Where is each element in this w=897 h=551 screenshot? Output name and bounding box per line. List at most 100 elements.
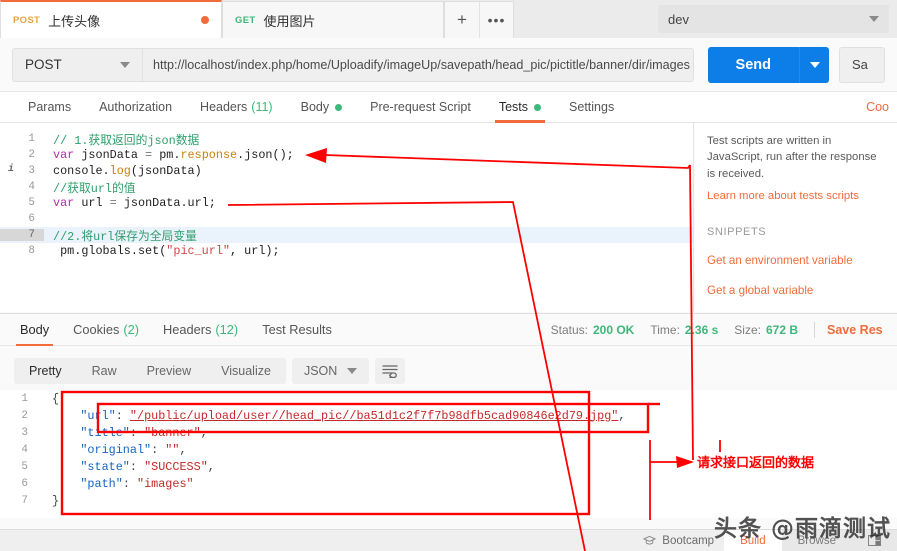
cookies-link[interactable]: Coo <box>866 100 889 114</box>
tab-count: (11) <box>251 100 273 114</box>
http-method-value: POST <box>25 57 62 72</box>
line-number: 8 <box>28 245 35 257</box>
tab-settings[interactable]: Settings <box>555 92 628 123</box>
tab-pre-request-script[interactable]: Pre-request Script <box>356 92 485 123</box>
line-content: var url = jsonData.url; <box>53 196 216 210</box>
view-tab-preview[interactable]: Preview <box>132 358 206 384</box>
status-label: Status: <box>550 322 588 337</box>
view-tab-visualize[interactable]: Visualize <box>206 358 286 384</box>
chevron-down-icon <box>869 16 879 22</box>
tab-label: Headers <box>163 322 212 337</box>
line-content: "url": "/public/upload/user//head_pic//b… <box>80 408 626 423</box>
tab-authorization[interactable]: Authorization <box>85 92 186 123</box>
tab-params[interactable]: Params <box>14 92 85 123</box>
tab-label: Settings <box>569 100 615 114</box>
json-key: "state" <box>80 459 130 474</box>
line-number: 4 <box>28 181 35 193</box>
tab-more-options-icon[interactable]: ••• <box>479 1 513 39</box>
line-content: // 1.获取返回的json数据 <box>53 133 200 148</box>
line-number: 4 <box>21 443 28 456</box>
send-button[interactable]: Send <box>707 46 799 83</box>
tests-script-editor[interactable]: 1 // 1.获取返回的json数据 2 var jsonData = pm.r… <box>0 123 694 312</box>
json-key: "title" <box>80 425 130 440</box>
response-bar: Body Cookies (2) Headers (12) Test Resul… <box>0 313 897 346</box>
code-line: 2 var jsonData = pm.response.json(); <box>0 147 693 163</box>
environment-name: dev <box>668 11 689 27</box>
request-url-input[interactable]: http://localhost/index.php/home/Uploadif… <box>142 47 694 82</box>
save-request-button[interactable]: Sa <box>839 46 885 83</box>
request-url-value: http://localhost/index.php/home/Uploadif… <box>153 57 690 72</box>
environment-selector[interactable]: dev <box>658 5 889 33</box>
tab-label: Cookies <box>73 322 120 337</box>
footer-bootcamp[interactable]: Bootcamp <box>633 535 724 547</box>
tab-body[interactable]: Body <box>287 92 357 123</box>
response-format-selector[interactable]: JSON <box>291 358 370 384</box>
time-label: Time: <box>650 322 680 337</box>
size-label: Size: <box>734 322 761 337</box>
line-number: 2 <box>21 409 28 422</box>
line-content: { <box>52 391 60 406</box>
tab-tests[interactable]: Tests <box>485 92 555 123</box>
response-tab-test-results[interactable]: Test Results <box>250 313 344 346</box>
send-options-button[interactable] <box>799 46 829 83</box>
line-content: "title": "banner", <box>80 425 208 440</box>
line-content: //获取url的值 <box>53 181 136 196</box>
snippet-get-global-variable[interactable]: Get a global variable <box>707 283 885 300</box>
request-tab-strip: POST 上传头像 GET 使用图片 + ••• <box>0 0 650 39</box>
line-number: 7 <box>21 494 28 507</box>
time-value: 2.36 s <box>684 322 719 337</box>
json-value: "banner" <box>144 425 201 440</box>
response-tab-cookies[interactable]: Cookies (2) <box>61 313 151 346</box>
tab-title: 上传头像 <box>48 13 101 29</box>
tab-label: Authorization <box>99 100 173 114</box>
request-section-tabs: Params Authorization Headers (11) Body P… <box>0 92 897 123</box>
chevron-down-icon <box>120 61 130 68</box>
send-button-group: Send <box>707 46 829 83</box>
info-icon: i <box>8 164 15 175</box>
response-meta: Status: 200 OK Time: 2.36 s Size: 672 B … <box>550 321 891 338</box>
line-content: "path": "images" <box>80 476 194 491</box>
chevron-down-icon <box>347 368 358 374</box>
request-tab-use-image[interactable]: GET 使用图片 <box>222 1 444 38</box>
snippet-get-environment-variable[interactable]: Get an environment variable <box>707 253 885 270</box>
format-value: JSON <box>303 364 338 378</box>
code-line: 1 // 1.获取返回的json数据 <box>0 131 693 148</box>
line-number: 6 <box>21 477 28 490</box>
tab-label: Body <box>300 100 330 114</box>
learn-more-link[interactable]: Learn more about tests scripts <box>707 188 885 204</box>
response-tab-headers[interactable]: Headers (12) <box>151 313 250 346</box>
snippets-heading: SNIPPETS <box>707 225 767 238</box>
line-content: pm.globals.set("pic_url", url); <box>53 244 280 258</box>
tab-count: (2) <box>123 322 140 337</box>
wrap-lines-icon <box>382 365 398 378</box>
wrap-lines-button[interactable] <box>375 358 406 384</box>
json-line: 7 } <box>0 492 897 509</box>
view-tab-raw[interactable]: Raw <box>77 358 132 384</box>
view-mode-group: Pretty Raw Preview Visualize <box>14 358 286 384</box>
line-number: 6 <box>28 213 35 225</box>
response-tab-body[interactable]: Body <box>8 313 61 346</box>
tab-headers[interactable]: Headers (11) <box>186 92 287 123</box>
tab-label: Params <box>28 100 72 114</box>
new-tab-plus-icon[interactable]: + <box>445 2 479 39</box>
tab-method-label: POST <box>13 14 41 26</box>
line-number: 1 <box>28 133 35 145</box>
save-response-button[interactable]: Save Res <box>827 323 891 337</box>
tab-tools: + ••• <box>444 1 514 39</box>
line-content: var jsonData = pm.response.json(); <box>53 148 294 162</box>
tab-count: (12) <box>215 322 239 337</box>
divider <box>814 321 815 338</box>
url-bar: POST http://localhost/index.php/home/Upl… <box>0 38 897 92</box>
http-method-selector[interactable]: POST <box>12 47 142 82</box>
line-number: i3 <box>8 164 35 177</box>
code-line: 5 var url = jsonData.url; <box>0 195 693 211</box>
tab-label: Body <box>20 322 50 337</box>
json-value: "images" <box>136 476 194 491</box>
line-number: 7 <box>0 229 44 241</box>
code-line: 8 pm.globals.set("pic_url", url); <box>0 243 693 259</box>
watermark-text: 头条 @雨滴测试 <box>713 516 891 542</box>
request-tab-upload-avatar[interactable]: POST 上传头像 <box>0 0 222 38</box>
view-tab-pretty[interactable]: Pretty <box>14 358 77 384</box>
snippets-description: Test scripts are written in JavaScript, … <box>707 135 877 180</box>
json-value: "/public/upload/user//head_pic//ba51d1c2… <box>129 408 619 423</box>
